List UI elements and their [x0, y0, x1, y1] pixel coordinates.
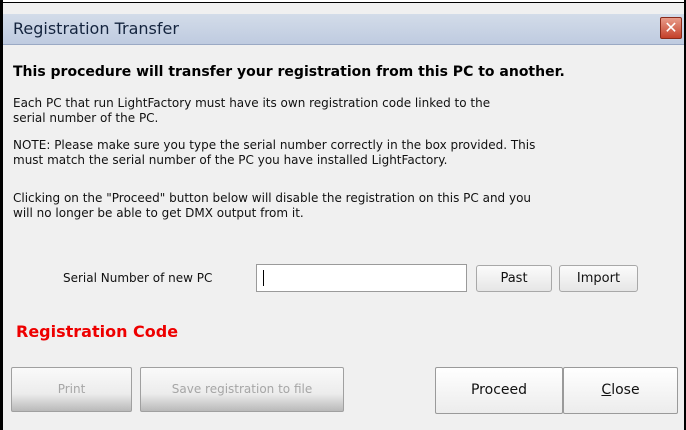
paragraph-line: must match the serial number of the PC y…	[13, 153, 448, 167]
title-bar[interactable]: Registration Transfer ✕	[3, 14, 684, 45]
close-icon[interactable]: ✕	[660, 17, 682, 39]
paragraph-line: serial number of the PC.	[13, 111, 159, 125]
close-mnemonic: C	[601, 382, 612, 398]
paragraph-line: Clicking on the "Proceed" button below w…	[13, 191, 532, 205]
window-title: Registration Transfer	[13, 19, 179, 38]
close-button[interactable]: Close	[563, 367, 678, 414]
serial-number-label: Serial Number of new PC	[63, 271, 213, 285]
paragraph-line: Each PC that run LightFactory must have …	[13, 96, 491, 110]
paragraph-line: will no longer be able to get DMX output…	[13, 206, 304, 220]
proceed-button[interactable]: Proceed	[435, 367, 563, 414]
paragraph-line: NOTE: Please make sure you type the seri…	[13, 138, 536, 152]
save-registration-button[interactable]: Save registration to file	[140, 367, 344, 412]
left-border	[0, 0, 3, 430]
close-label-rest: lose	[611, 382, 640, 398]
import-button[interactable]: Import	[559, 265, 638, 292]
intro-text: This procedure will transfer your regist…	[13, 64, 565, 80]
paste-button[interactable]: Past	[476, 265, 552, 292]
print-button[interactable]: Print	[11, 367, 132, 412]
top-border	[0, 0, 686, 3]
text-caret	[263, 270, 264, 286]
paragraph-license: Each PC that run LightFactory must have …	[13, 96, 668, 126]
paragraph-warning: Clicking on the "Proceed" button below w…	[13, 191, 668, 221]
serial-number-input[interactable]	[256, 264, 467, 292]
registration-code-label: Registration Code	[16, 322, 179, 341]
paragraph-note: NOTE: Please make sure you type the seri…	[13, 138, 668, 168]
